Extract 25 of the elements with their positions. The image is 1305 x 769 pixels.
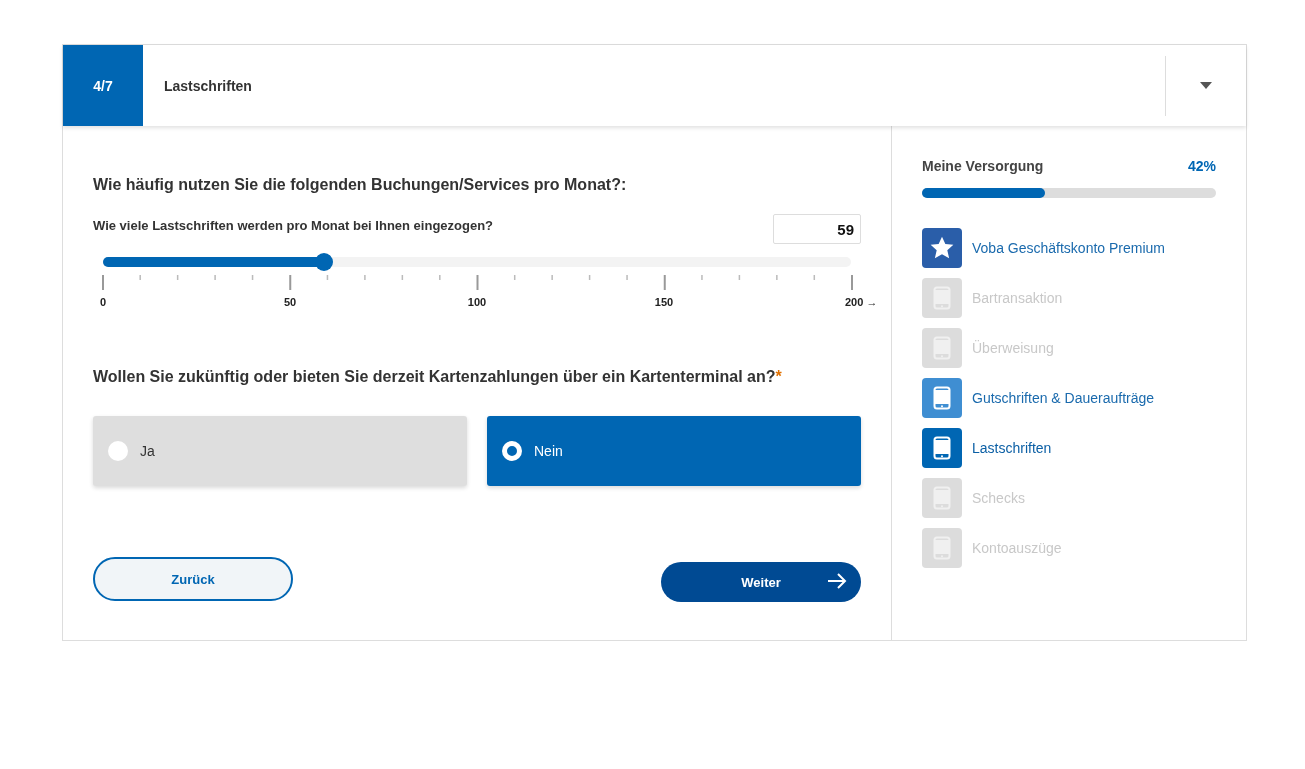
progress-percent: 42% — [1187, 158, 1216, 174]
number-input-field[interactable]: 59 — [773, 214, 861, 244]
slider-handle[interactable] — [314, 253, 333, 271]
question-heading: Wie häufig nutzen Sie die folgenden Buchungen/Services pro Monat?: — [93, 176, 628, 194]
sidebar-title: Meine Versorgung — [922, 158, 1044, 174]
caret-down-icon[interactable] — [1200, 82, 1212, 89]
next-button[interactable]: Weiter — [661, 562, 861, 602]
product-item[interactable]: Voba Geschäftskonto Premium — [972, 240, 1165, 256]
radio-button[interactable] — [108, 441, 128, 461]
scale-label: 50 — [283, 296, 297, 308]
product-item[interactable]: Gutschriften & Daueraufträge — [972, 390, 1155, 406]
question-label: Wollen Sie zukünftig oder bieten Sie derzeit Kartenzahlungen über ein Kartenterminal an?* — [93, 368, 783, 386]
product-item[interactable]: Lastschriften — [972, 440, 1052, 456]
arrow-right-icon — [827, 572, 847, 590]
section-title: Lastschriften — [163, 77, 253, 94]
radio-button[interactable] — [502, 441, 522, 461]
scale-label: 100 — [467, 296, 487, 308]
step-counter: 4/7 — [63, 45, 143, 126]
scale-label: 150 — [654, 296, 674, 308]
choice-option[interactable]: Nein — [487, 416, 861, 486]
scale-label: 0 — [99, 296, 107, 308]
question-label: Wie viele Lastschriften werden pro Monat bei Ihnen eingezogen? — [93, 218, 494, 233]
back-button[interactable]: Zurück — [93, 557, 293, 601]
scale-label: 200 → — [845, 296, 878, 308]
choice-option[interactable]: Ja — [93, 416, 467, 486]
